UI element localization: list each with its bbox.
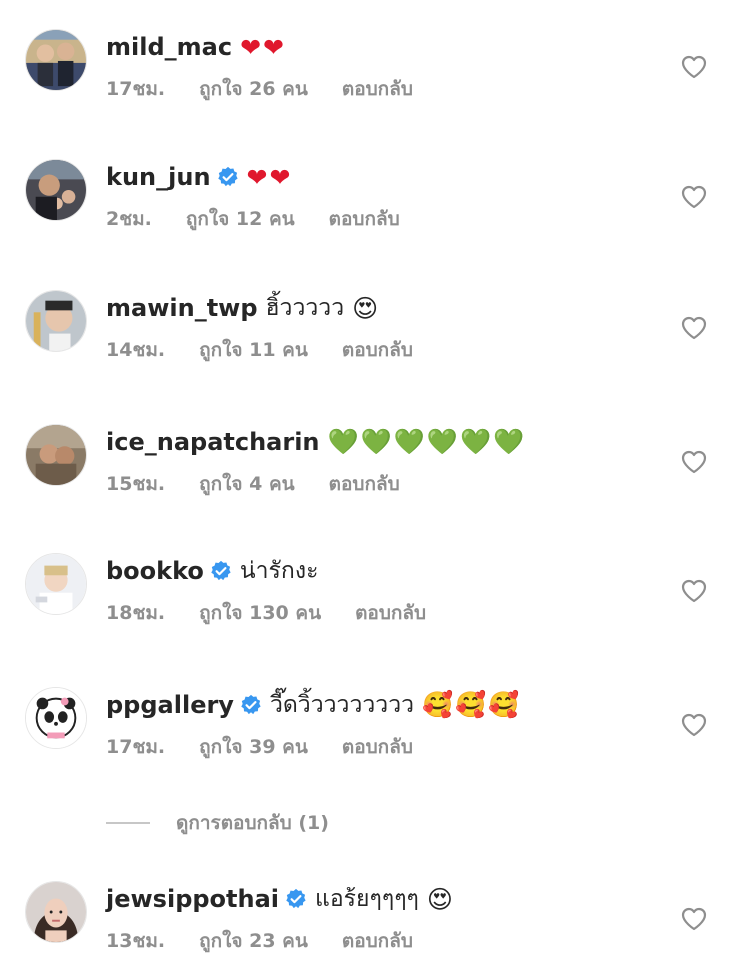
red-heart-emoji: ❤❤: [240, 32, 286, 62]
comment-username[interactable]: ice_napatcharin: [106, 428, 320, 456]
like-heart-icon[interactable]: [681, 55, 707, 79]
comment-item: bookko น่ารักงะ 18ชม. ถูกใจ 130 คน ตอบกลับ: [0, 553, 750, 643]
comment-meta: 18ชม. ถูกใจ 130 คน ตอบกลับ: [106, 599, 460, 627]
comment-likes-count[interactable]: ถูกใจ 130 คน: [199, 598, 321, 628]
avatar-ppgallery[interactable]: [25, 687, 87, 749]
comment-username[interactable]: mawin_twp: [106, 294, 258, 322]
comment-time: 15ชม.: [106, 473, 166, 495]
comment-body: kun_jun ❤❤: [106, 161, 292, 193]
avatar-mawin-twp[interactable]: [25, 290, 87, 352]
view-replies-divider: [106, 822, 150, 824]
comment-likes-count[interactable]: ถูกใจ 12 คน: [186, 204, 295, 234]
comment-meta: 13ชม. ถูกใจ 23 คน ตอบกลับ: [106, 927, 447, 955]
comment-time: 13ชม.: [106, 930, 166, 952]
like-heart-icon[interactable]: [681, 316, 707, 340]
comment-time: 17ชม.: [106, 736, 166, 758]
avatar-kun-jun[interactable]: [25, 159, 87, 221]
comment-text: น่ารักงะ: [239, 558, 319, 584]
comment-username[interactable]: bookko: [106, 557, 204, 585]
reply-button[interactable]: ตอบกลับ: [329, 469, 400, 499]
green-heart-emoji: 💚💚💚💚💚💚: [327, 427, 527, 456]
comment-item: jewsippothai แอร้ยๆๆๆๆ 😍 13ชม. ถูกใจ 23 คน ตอ…: [0, 881, 750, 971]
comment-time: 14ชม.: [106, 339, 166, 361]
verified-badge-icon: [240, 694, 262, 716]
comment-body: mild_mac ❤❤: [106, 31, 286, 63]
comment-body: jewsippothai แอร้ยๆๆๆๆ 😍: [106, 883, 455, 915]
avatar-ice-napatcharin[interactable]: [25, 424, 87, 486]
comment-likes-count[interactable]: ถูกใจ 11 คน: [199, 335, 308, 365]
comment-time: 18ชม.: [106, 602, 166, 624]
comment-meta: 2ชม. ถูกใจ 12 คน ตอบกลับ: [106, 205, 434, 233]
comment-item: ppgallery วี๊ดวิ้วววววววว 🥰🥰🥰 17ชม. ถูกใจ 39…: [0, 687, 750, 777]
reply-button[interactable]: ตอบกลับ: [342, 732, 413, 762]
view-replies-button[interactable]: ดูการตอบกลับ (1): [106, 808, 329, 838]
comment-likes-count[interactable]: ถูกใจ 39 คน: [199, 732, 308, 762]
like-heart-icon[interactable]: [681, 713, 707, 737]
heart-eyes-emoji: 😍: [426, 884, 455, 914]
comment-likes-count[interactable]: ถูกใจ 4 คน: [199, 469, 295, 499]
like-heart-icon[interactable]: [681, 907, 707, 931]
verified-badge-icon: [285, 888, 307, 910]
comment-body: mawin_twp ฮิ้ววววว 😍: [106, 292, 380, 324]
avatar-mild-mac[interactable]: [25, 29, 87, 91]
reply-button[interactable]: ตอบกลับ: [329, 204, 400, 234]
comment-likes-count[interactable]: ถูกใจ 26 คน: [199, 74, 308, 104]
comment-text: วี๊ดวิ้วววววววว: [269, 692, 415, 718]
smiling-hearts-emoji: 🥰🥰🥰: [422, 690, 522, 719]
comment-meta: 17ชม. ถูกใจ 26 คน ตอบกลับ: [106, 75, 447, 103]
like-heart-icon[interactable]: [681, 579, 707, 603]
comment-body: ice_napatcharin 💚💚💚💚💚💚: [106, 426, 526, 458]
view-replies-label: ดูการตอบกลับ (1): [176, 812, 329, 834]
comment-username[interactable]: mild_mac: [106, 33, 232, 61]
comment-meta: 14ชม. ถูกใจ 11 คน ตอบกลับ: [106, 336, 447, 364]
comment-item: mild_mac ❤❤ 17ชม. ถูกใจ 26 คน ตอบกลับ: [0, 29, 750, 119]
like-heart-icon[interactable]: [681, 450, 707, 474]
comment-time: 2ชม.: [106, 208, 152, 230]
avatar-bookko[interactable]: [25, 553, 87, 615]
comment-username[interactable]: kun_jun: [106, 163, 211, 191]
avatar-jewsippothai[interactable]: [25, 881, 87, 943]
comment-meta: 15ชม. ถูกใจ 4 คน ตอบกลับ: [106, 470, 434, 498]
comment-list: mild_mac ❤❤ 17ชม. ถูกใจ 26 คน ตอบกลับ kun_jun…: [0, 0, 750, 972]
reply-button[interactable]: ตอบกลับ: [342, 74, 413, 104]
comment-text: ฮิ้ววววว: [265, 295, 345, 321]
comment-username[interactable]: ppgallery: [106, 691, 234, 719]
reply-button[interactable]: ตอบกลับ: [355, 598, 426, 628]
red-heart-emoji: ❤❤: [246, 162, 293, 192]
comment-body: bookko น่ารักงะ: [106, 555, 318, 587]
verified-badge-icon: [217, 166, 239, 188]
comment-username[interactable]: jewsippothai: [106, 885, 279, 913]
comment-item: kun_jun ❤❤ 2ชม. ถูกใจ 12 คน ตอบกลับ: [0, 159, 750, 249]
reply-button[interactable]: ตอบกลับ: [342, 926, 413, 956]
comment-item: mawin_twp ฮิ้ววววว 😍 14ชม. ถูกใจ 11 คน ตอบกลั…: [0, 290, 750, 380]
comment-body: ppgallery วี๊ดวิ้วววววววว 🥰🥰🥰: [106, 689, 521, 721]
like-heart-icon[interactable]: [681, 185, 707, 209]
comment-likes-count[interactable]: ถูกใจ 23 คน: [199, 926, 308, 956]
comment-meta: 17ชม. ถูกใจ 39 คน ตอบกลับ: [106, 733, 447, 761]
comment-time: 17ชม.: [106, 78, 166, 100]
reply-button[interactable]: ตอบกลับ: [342, 335, 413, 365]
comment-text: แอร้ยๆๆๆๆ: [315, 886, 419, 912]
comment-item: ice_napatcharin 💚💚💚💚💚💚 15ชม. ถูกใจ 4 คน ตอบก…: [0, 424, 750, 514]
verified-badge-icon: [210, 560, 232, 582]
heart-eyes-emoji: 😍: [352, 293, 381, 323]
